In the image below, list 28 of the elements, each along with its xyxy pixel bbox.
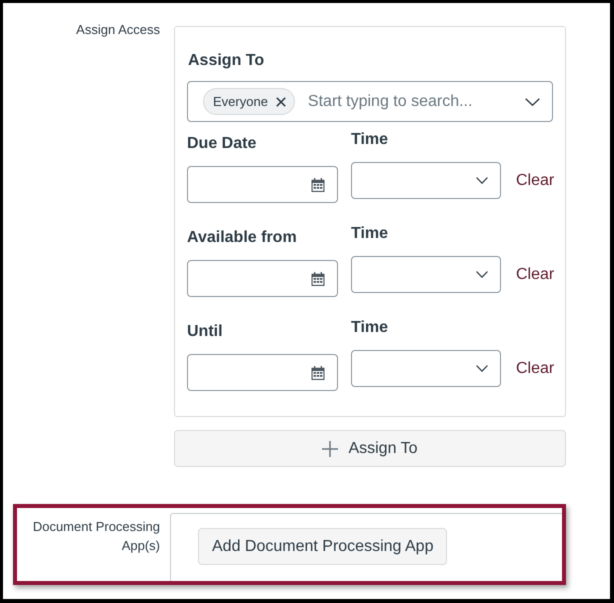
assign-to-field[interactable]: Everyone Start typing to search...	[187, 81, 553, 122]
date-label: Until	[187, 322, 223, 342]
plus-icon	[322, 440, 338, 456]
chevron-down-icon[interactable]	[476, 177, 488, 184]
clear-link[interactable]: Clear	[516, 360, 554, 378]
time-label: Time	[351, 224, 388, 244]
date-field[interactable]	[187, 354, 338, 391]
document-processing-label: Document Processing App(s)	[32, 518, 160, 555]
date-label: Available from	[187, 228, 297, 248]
calendar-icon[interactable]	[311, 272, 325, 286]
chevron-down-icon[interactable]	[476, 365, 488, 372]
assign-to-button[interactable]: Assign To	[174, 430, 566, 467]
clear-link[interactable]: Clear	[516, 172, 554, 190]
time-label: Time	[351, 130, 388, 150]
chevron-down-icon[interactable]	[525, 98, 540, 106]
assign-to-heading: Assign To	[188, 51, 264, 71]
calendar-icon[interactable]	[311, 366, 325, 380]
date-field[interactable]	[187, 166, 338, 203]
close-icon[interactable]	[276, 96, 286, 106]
add-document-processing-app-button[interactable]: Add Document Processing App	[198, 528, 448, 565]
assignee-tag[interactable]: Everyone	[203, 88, 295, 115]
date-field[interactable]	[187, 260, 338, 297]
assign-access-label: Assign Access	[75, 22, 160, 38]
time-label: Time	[351, 318, 388, 338]
date-label: Due Date	[187, 134, 256, 154]
chevron-down-icon[interactable]	[476, 271, 488, 278]
calendar-icon[interactable]	[311, 178, 325, 192]
clear-link[interactable]: Clear	[516, 266, 554, 284]
